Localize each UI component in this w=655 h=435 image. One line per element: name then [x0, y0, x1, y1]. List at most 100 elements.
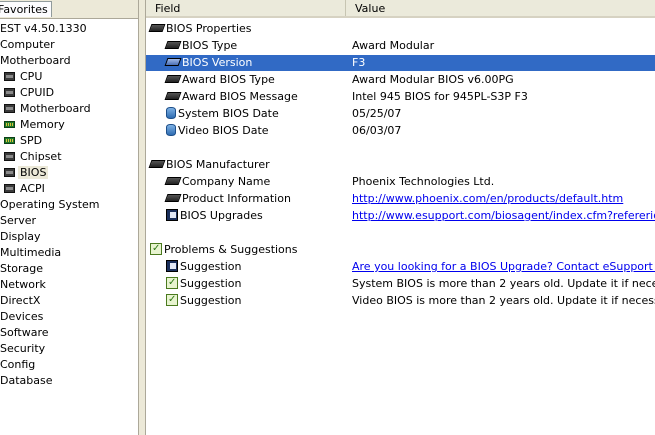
tree-item[interactable]: Multimedia: [0, 245, 63, 261]
list-row[interactable]: Suggestion Video BIOS is more than 2 year…: [146, 292, 655, 309]
group-header-row[interactable]: BIOS Manufacturer: [146, 157, 655, 173]
chip-icon: [4, 183, 15, 193]
chip-icon: [4, 87, 15, 97]
field-label: Company Name: [182, 175, 271, 188]
bios-chip-icon: [164, 75, 182, 83]
list-row[interactable]: Suggestion System BIOS is more than 2 yea…: [146, 275, 655, 292]
list-row[interactable]: Video BIOS Date 06/03/07: [146, 123, 655, 139]
tree-item-label: Memory: [20, 118, 65, 131]
column-header: Field Value: [146, 0, 655, 18]
chip-icon: [4, 151, 15, 161]
tree-item-label: Server: [0, 214, 37, 227]
tree-item-label: BIOS: [18, 166, 49, 179]
list-row[interactable]: BIOS Type Award Modular: [146, 38, 655, 54]
field-column-header[interactable]: Field: [146, 0, 346, 16]
tree-item-label: ACPI: [20, 182, 45, 195]
tree-item[interactable]: EST v4.50.1330: [0, 21, 89, 37]
field-label: Suggestion: [180, 294, 242, 307]
calendar-db-icon: [166, 124, 176, 136]
field-label: Suggestion: [180, 277, 242, 290]
problem-icon: [166, 275, 178, 291]
tree-item-label: SPD: [20, 134, 43, 147]
field-cell: Company Name: [164, 174, 271, 190]
tree-item-label: CPU: [20, 70, 43, 83]
tree-item-label: Security: [0, 342, 46, 355]
field-cell: Problems & Suggestions: [150, 241, 298, 258]
group-header-row[interactable]: Problems & Suggestions: [146, 241, 655, 258]
field-cell: BIOS Upgrades: [166, 208, 263, 224]
tree-item[interactable]: Devices: [0, 309, 45, 325]
chip-icon: [4, 167, 15, 177]
value-link[interactable]: http://www.esupport.com/biosagent/index.…: [352, 208, 655, 224]
field-label: Award BIOS Message: [182, 90, 298, 103]
field-label: BIOS Type: [182, 39, 238, 52]
value-link[interactable]: http://www.phoenix.com/en/products/defau…: [352, 191, 623, 207]
tree-item[interactable]: Security: [0, 341, 47, 357]
list-row[interactable]: Company Name Phoenix Technologies Ltd.: [146, 174, 655, 190]
field-cell: Suggestion: [166, 275, 242, 292]
value-cell: Award Modular BIOS v6.00PG: [352, 73, 514, 86]
value-link[interactable]: Are you looking for a BIOS Upgrade? Cont…: [352, 259, 655, 275]
list-row[interactable]: Suggestion Are you looking for a BIOS Upg…: [146, 259, 655, 275]
tree-item[interactable]: Chipset: [4, 149, 64, 165]
tree-item-label: Multimedia: [0, 246, 62, 259]
details-list-pane: Field Value BIOS Properties BIOS Type Awar…: [146, 0, 655, 435]
field-cell: BIOS Version: [164, 55, 252, 71]
tree-item[interactable]: Display: [0, 229, 43, 245]
left-pane-header: Favorites: [0, 0, 138, 19]
memory-icon: [4, 136, 15, 144]
calendar-db-icon: [166, 107, 176, 119]
memory-icon: [4, 120, 15, 128]
list-row[interactable]: Award BIOS Type Award Modular BIOS v6.00P…: [146, 72, 655, 88]
tree-item[interactable]: Motherboard: [4, 101, 93, 117]
tree-item[interactable]: BIOS: [4, 165, 49, 181]
tree-item[interactable]: SPD: [4, 133, 44, 149]
tree-item[interactable]: Server: [0, 213, 38, 229]
upgrade-icon: [166, 260, 178, 272]
tree-item[interactable]: Network: [0, 277, 48, 293]
tree-item[interactable]: Config: [0, 357, 37, 373]
bios-chip-icon: [164, 194, 182, 202]
group-header-row[interactable]: BIOS Properties: [146, 21, 655, 37]
tree-item[interactable]: DirectX: [0, 293, 42, 309]
tree-item-label: Motherboard: [0, 54, 71, 67]
tree-item[interactable]: Storage: [0, 261, 45, 277]
upgrade-icon: [166, 209, 178, 221]
tree-item[interactable]: Software: [0, 325, 51, 341]
list-row[interactable]: Product Information http://www.phoenix.co…: [146, 191, 655, 207]
tree-item[interactable]: CPU: [4, 69, 44, 85]
tree-item[interactable]: Memory: [4, 117, 67, 133]
pane-splitter[interactable]: [138, 0, 146, 435]
field-cell: BIOS Type: [164, 38, 238, 54]
tree-item-label: Display: [0, 230, 41, 243]
problem-icon: [166, 292, 178, 308]
list-row[interactable]: BIOS Upgrades http://www.esupport.com/bio…: [146, 208, 655, 224]
field-label: Product Information: [182, 192, 291, 205]
tree-item[interactable]: CPUID: [4, 85, 56, 101]
bios-chip-icon: [164, 58, 182, 66]
bios-chip-icon: [148, 160, 166, 168]
field-cell: Award BIOS Message: [164, 89, 298, 105]
tree-item[interactable]: Motherboard: [0, 53, 73, 69]
field-cell: Video BIOS Date: [166, 123, 269, 139]
field-cell: BIOS Manufacturer: [148, 157, 270, 173]
tree-item-label: Software: [0, 326, 49, 339]
list-row[interactable]: Award BIOS Message Intel 945 BIOS for 945…: [146, 89, 655, 105]
favorites-tab[interactable]: Favorites: [0, 1, 52, 17]
tree-item[interactable]: Database: [0, 373, 55, 389]
value-column-header[interactable]: Value: [346, 0, 655, 16]
list-row[interactable]: BIOS Version F3: [146, 55, 655, 71]
field-label: BIOS Upgrades: [180, 209, 263, 222]
value-cell: Video BIOS is more than 2 years old. Upd…: [352, 294, 655, 307]
value-cell: 05/25/07: [352, 107, 402, 120]
tree-item-label: CPUID: [20, 86, 55, 99]
list-row[interactable]: System BIOS Date 05/25/07: [146, 106, 655, 122]
tree-item[interactable]: Computer: [0, 37, 57, 53]
bios-chip-icon: [164, 177, 182, 185]
navigation-tree-pane: Favorites EST v4.50.1330 Computer Motherbo…: [0, 0, 138, 435]
field-cell: Suggestion: [166, 259, 242, 275]
field-cell: Award BIOS Type: [164, 72, 275, 88]
tree-item[interactable]: Operating System: [0, 197, 102, 213]
tree-item[interactable]: ACPI: [4, 181, 47, 197]
field-label: Video BIOS Date: [178, 124, 269, 137]
